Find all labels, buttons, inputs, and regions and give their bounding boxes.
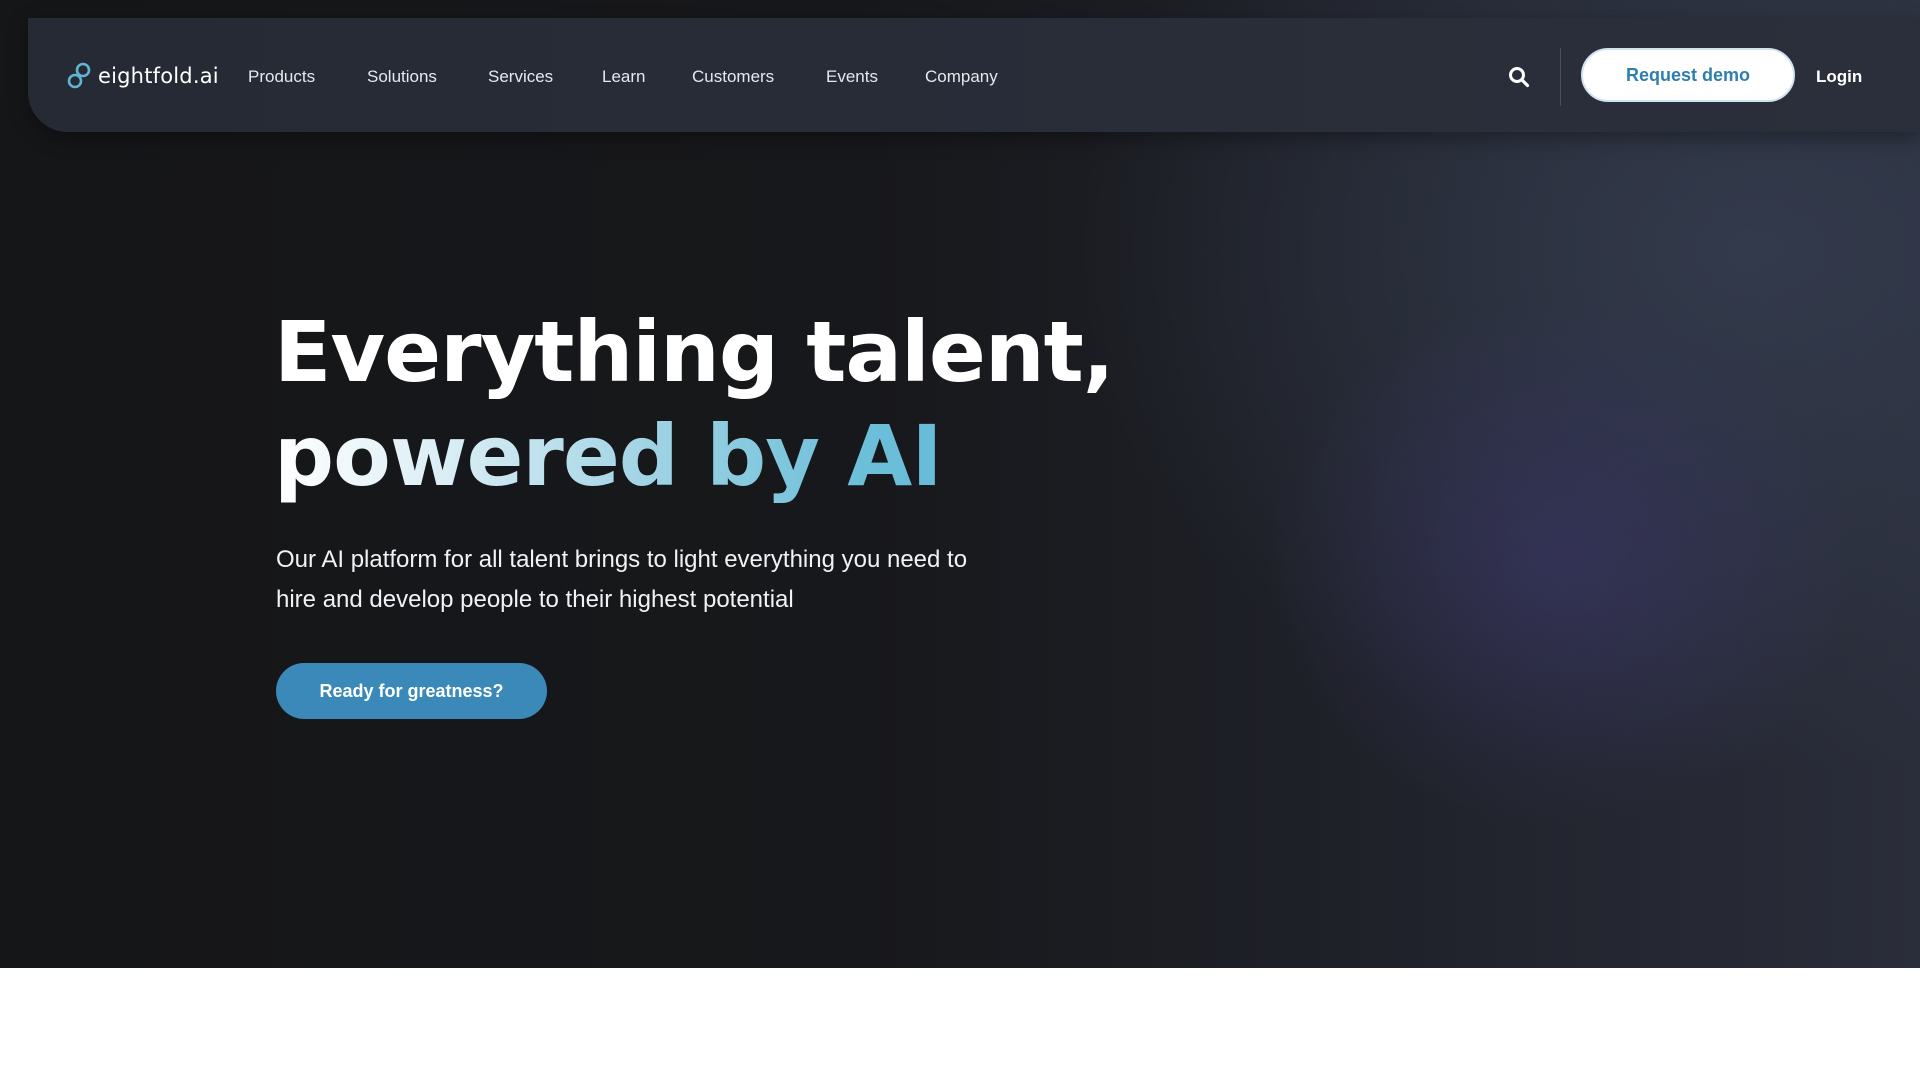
login-link[interactable]: Login xyxy=(1816,62,1862,92)
brand-logo[interactable]: eightfold.ai xyxy=(66,56,219,96)
hero-subtext: Our AI platform for all talent brings to… xyxy=(276,546,968,613)
next-section xyxy=(0,968,1920,1080)
ready-for-greatness-button[interactable]: Ready for greatness? xyxy=(276,663,547,719)
nav-item-products[interactable]: Products xyxy=(248,67,315,87)
brand-name: eightfold.ai xyxy=(98,64,219,88)
search-icon xyxy=(1509,67,1530,88)
nav-item-events[interactable]: Events xyxy=(826,67,878,87)
nav-item-services[interactable]: Services xyxy=(488,67,553,87)
nav-item-company[interactable]: Company xyxy=(925,67,998,87)
search-button[interactable] xyxy=(1504,62,1534,92)
top-navigation-bar: eightfold.ai Products Solutions Services… xyxy=(28,18,1920,132)
nav-divider xyxy=(1560,48,1561,106)
request-demo-button[interactable]: Request demo xyxy=(1581,48,1795,102)
headline-line-1: Everything talent, xyxy=(274,303,1115,401)
hero-section: eightfold.ai Products Solutions Services… xyxy=(0,0,1920,968)
nav-item-learn[interactable]: Learn xyxy=(602,67,645,87)
nav-item-customers[interactable]: Customers xyxy=(692,67,774,87)
nav-item-solutions[interactable]: Solutions xyxy=(367,67,437,87)
infinity-link-logo-icon xyxy=(67,62,91,89)
hero-headline: Everything talent, powered by AI xyxy=(274,300,1115,508)
headline-line-2: powered by AI xyxy=(274,404,1114,508)
